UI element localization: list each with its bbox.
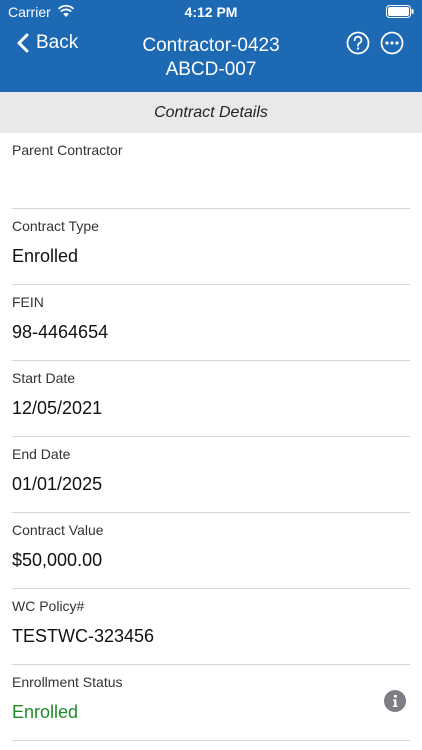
field-value: TESTWC-323456 <box>12 626 155 646</box>
section-header-contract-details: Contract Details <box>0 92 422 133</box>
navigation-header: Carrier 4:12 PM Back Contractor-0423 ABC… <box>0 0 422 92</box>
field-value: Enrolled <box>12 246 79 266</box>
field-end-date: End Date 01/01/2025 <box>0 437 422 513</box>
field-wc-policy: WC Policy# TESTWC-323456 <box>0 589 422 665</box>
divider <box>12 740 410 741</box>
battery-icon <box>386 5 414 18</box>
field-label: Enrollment Status <box>12 674 123 690</box>
page-title: Contractor-0423 ABCD-007 <box>110 34 312 82</box>
field-label: Start Date <box>12 370 76 386</box>
ellipsis-circle-icon[interactable] <box>380 31 404 55</box>
field-value: 12/05/2021 <box>12 398 103 418</box>
field-label: Parent Contractor <box>12 142 123 158</box>
chevron-left-icon <box>17 33 29 53</box>
field-label: Contract Type <box>12 218 99 234</box>
question-circle-icon[interactable] <box>346 31 370 55</box>
field-label: WC Policy# <box>12 598 85 614</box>
field-value: 01/01/2025 <box>12 474 103 494</box>
field-fein: FEIN 98-4464654 <box>0 285 422 361</box>
title-line-code: ABCD-007 <box>165 59 257 80</box>
field-enrollment-status: Enrollment Status Enrolled <box>0 665 422 741</box>
field-label: End Date <box>12 446 71 462</box>
field-value: 98-4464654 <box>12 322 109 342</box>
field-parent-contractor: Parent Contractor <box>0 133 422 209</box>
back-button[interactable]: Back <box>16 30 78 56</box>
field-contract-value: Contract Value $50,000.00 <box>0 513 422 589</box>
title-line-contractor: Contractor-0423 <box>142 35 280 56</box>
field-start-date: Start Date 12/05/2021 <box>0 361 422 437</box>
field-contract-type: Contract Type Enrolled <box>0 209 422 285</box>
field-label: FEIN <box>12 294 44 310</box>
field-label: Contract Value <box>12 522 104 538</box>
status-bar: Carrier 4:12 PM <box>0 0 422 24</box>
status-time: 4:12 PM <box>184 4 238 20</box>
back-label: Back <box>36 32 79 53</box>
field-value: $50,000.00 <box>12 550 103 570</box>
info-circle-icon[interactable] <box>384 690 406 712</box>
enrollment-status-value: Enrolled <box>12 702 79 722</box>
